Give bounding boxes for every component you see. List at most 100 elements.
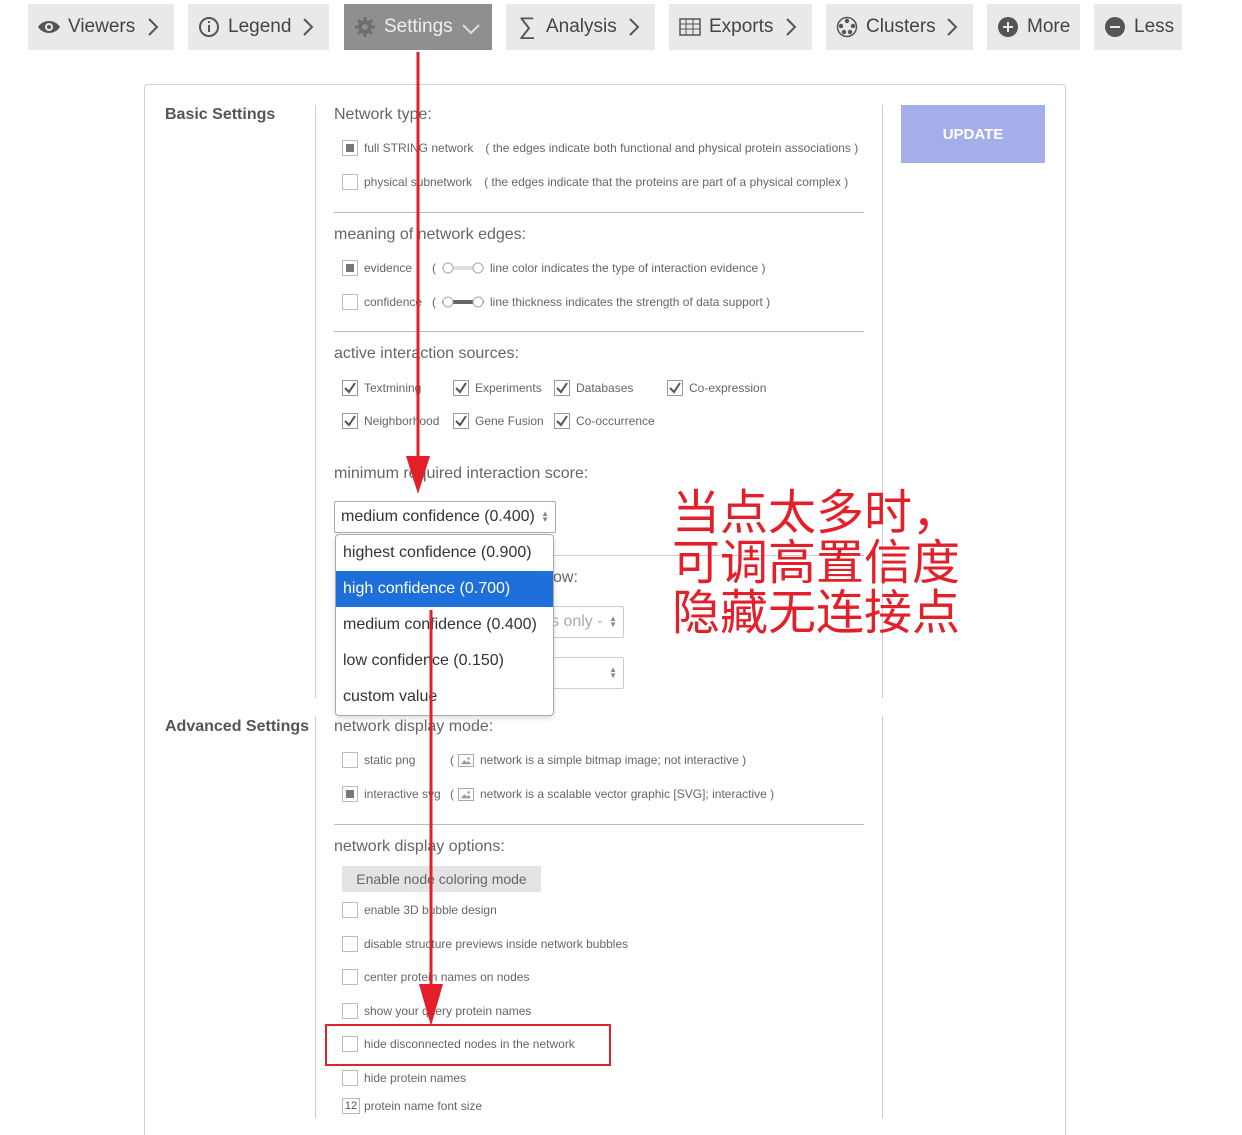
source-experiments[interactable]: Experiments xyxy=(453,380,542,396)
physical-subnetwork-desc: ( the edges indicate that the proteins a… xyxy=(484,175,849,189)
less-label: Less xyxy=(1134,16,1175,37)
chevron-right-icon xyxy=(148,18,159,36)
max-interactors-heading-fragment: ow: xyxy=(553,569,578,586)
settings-button[interactable]: Settings xyxy=(344,4,492,50)
analysis-button[interactable]: ∑ Analysis xyxy=(506,4,655,50)
network-type-heading: Network type: xyxy=(334,106,432,123)
checkbox[interactable] xyxy=(554,413,570,429)
source-coexpression[interactable]: Co-expression xyxy=(667,380,766,396)
node-coloring-button[interactable]: Enable node coloring mode xyxy=(342,866,541,892)
radio-box[interactable] xyxy=(342,294,358,310)
paren: ( xyxy=(450,753,454,767)
plus-circle-icon xyxy=(995,14,1021,40)
interactive-svg-option[interactable]: interactive svg ( network is a scalable … xyxy=(342,786,774,802)
clusters-label: Clusters xyxy=(866,16,936,37)
annotation-line-1: 当点太多时， xyxy=(672,485,961,541)
full-network-desc: ( the edges indicate both functional and… xyxy=(485,141,859,155)
toggle-icon xyxy=(442,296,484,308)
hide-names-option[interactable]: hide protein names xyxy=(342,1070,466,1086)
checkbox[interactable] xyxy=(342,936,358,952)
checkbox[interactable] xyxy=(342,969,358,985)
checkbox[interactable] xyxy=(342,1003,358,1019)
chevron-right-icon xyxy=(786,18,797,36)
advanced-settings-title: Advanced Settings xyxy=(165,718,310,735)
option-highest-confidence[interactable]: highest confidence (0.900) xyxy=(336,535,553,571)
info-icon xyxy=(196,14,222,40)
gene-fusion-label: Gene Fusion xyxy=(475,414,544,428)
checkbox[interactable] xyxy=(554,380,570,396)
experiments-label: Experiments xyxy=(475,381,542,395)
option-custom-value[interactable]: custom value xyxy=(336,679,553,715)
disable-previews-label: disable structure previews inside networ… xyxy=(364,937,629,951)
option-low-confidence[interactable]: low confidence (0.150) xyxy=(336,643,553,679)
hide-names-label: hide protein names xyxy=(364,1071,467,1085)
gear-icon xyxy=(352,14,378,40)
font-size-option[interactable]: 12 protein name font size xyxy=(342,1098,482,1114)
toggle-icon xyxy=(442,262,484,274)
confidence-option[interactable]: confidence ( line thickness indicates th… xyxy=(342,294,770,310)
static-png-option[interactable]: static png ( network is a simple bitmap … xyxy=(342,752,746,768)
source-databases[interactable]: Databases xyxy=(554,380,633,396)
image-icon xyxy=(458,753,474,767)
option-medium-confidence[interactable]: medium confidence (0.400) xyxy=(336,607,553,643)
checkbox[interactable] xyxy=(342,380,358,396)
display-mode-heading: network display mode: xyxy=(334,718,494,735)
disable-previews-option[interactable]: disable structure previews inside networ… xyxy=(342,936,628,952)
legend-button[interactable]: Legend xyxy=(188,4,329,50)
select-arrows-icon: ▲ ▼ xyxy=(609,665,617,680)
radio-box[interactable] xyxy=(342,786,358,802)
center-names-option[interactable]: center protein names on nodes xyxy=(342,969,529,985)
coexpression-label: Co-expression xyxy=(689,381,767,395)
source-textmining[interactable]: Textmining xyxy=(342,380,421,396)
chevron-right-icon xyxy=(947,18,958,36)
checkbox[interactable] xyxy=(667,380,683,396)
source-gene-fusion[interactable]: Gene Fusion xyxy=(453,413,544,429)
source-cooccurrence[interactable]: Co-occurrence xyxy=(554,413,655,429)
source-neighborhood[interactable]: Neighborhood xyxy=(342,413,439,429)
interactive-svg-desc: network is a scalable vector graphic [SV… xyxy=(480,787,775,801)
settings-label: Settings xyxy=(384,16,453,37)
sigma-icon: ∑ xyxy=(518,13,536,40)
clusters-button[interactable]: Clusters xyxy=(826,4,973,50)
databases-label: Databases xyxy=(576,381,634,395)
radio-box[interactable] xyxy=(342,140,358,156)
table-icon xyxy=(677,14,703,40)
image-icon xyxy=(458,787,474,801)
score-dropdown-list: highest confidence (0.900) high confiden… xyxy=(335,534,554,716)
evidence-option[interactable]: evidence ( line color indicates the type… xyxy=(342,260,766,276)
legend-label: Legend xyxy=(228,16,292,37)
evidence-label: evidence xyxy=(364,261,413,275)
select-arrows-icon: ▲ ▼ xyxy=(541,509,549,524)
viewers-button[interactable]: Viewers xyxy=(28,4,174,50)
less-button[interactable]: Less xyxy=(1094,4,1182,50)
radio-box[interactable] xyxy=(342,174,358,190)
more-button[interactable]: More xyxy=(987,4,1080,50)
font-size-input[interactable]: 12 xyxy=(342,1098,360,1114)
divider xyxy=(315,716,316,1118)
update-button[interactable]: UPDATE xyxy=(901,105,1045,163)
radio-box[interactable] xyxy=(342,260,358,276)
full-network-label: full STRING network xyxy=(364,141,474,155)
physical-subnetwork-label: physical subnetwork xyxy=(364,175,473,189)
static-png-label: static png xyxy=(364,753,416,767)
checkbox[interactable] xyxy=(453,380,469,396)
radio-box[interactable] xyxy=(342,752,358,768)
show-query-option[interactable]: show your query protein names xyxy=(342,1003,531,1019)
option-high-confidence[interactable]: high confidence (0.700) xyxy=(336,571,553,607)
exports-button[interactable]: Exports xyxy=(669,4,812,50)
checkbox[interactable] xyxy=(342,1070,358,1086)
bubble-3d-option[interactable]: enable 3D bubble design xyxy=(342,902,497,918)
paren: ( xyxy=(432,295,436,309)
checkbox[interactable] xyxy=(342,413,358,429)
score-select[interactable]: medium confidence (0.400) ▲ ▼ xyxy=(334,501,556,533)
display-options-heading: network display options: xyxy=(334,838,505,855)
annotation-line-2: 可调高置信度 xyxy=(672,535,961,591)
score-select-value: medium confidence (0.400) xyxy=(341,508,535,525)
checkbox[interactable] xyxy=(453,413,469,429)
physical-subnetwork-option[interactable]: physical subnetwork ( the edges indicate… xyxy=(342,174,848,190)
bubble-3d-label: enable 3D bubble design xyxy=(364,903,497,917)
full-network-option[interactable]: full STRING network ( the edges indicate… xyxy=(342,140,858,156)
paren: ( xyxy=(432,261,436,275)
font-size-label: protein name font size xyxy=(364,1099,483,1113)
checkbox[interactable] xyxy=(342,902,358,918)
